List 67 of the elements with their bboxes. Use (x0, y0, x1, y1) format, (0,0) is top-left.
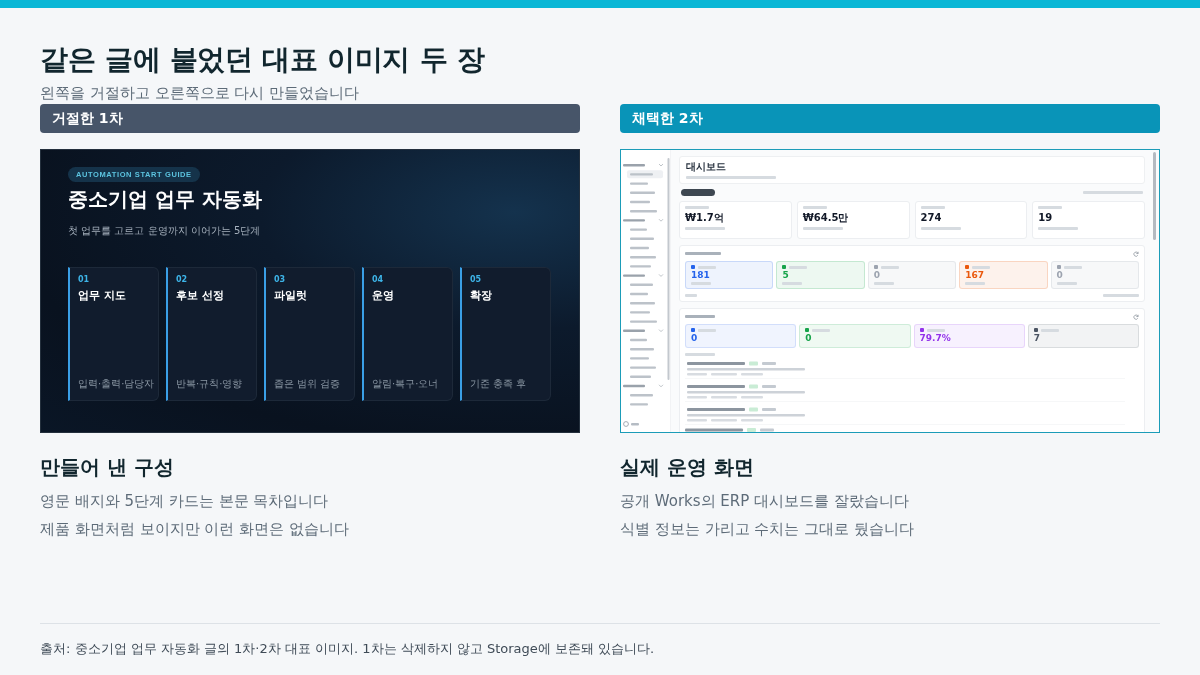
stat-value: 274 (920, 212, 942, 224)
blurred-text (1083, 191, 1143, 194)
blurred-text (1063, 265, 1082, 269)
version-label: 거절한 1차 (40, 104, 580, 133)
blurred-text (873, 282, 894, 285)
description-line: 제품 화면처럼 보이지만 이런 화면은 없습니다 (40, 519, 350, 540)
step-title: 확장 (470, 289, 492, 303)
stat-value: ₩64.5만 (802, 212, 849, 224)
step-note: 입력·출력·담당자 (78, 378, 155, 390)
panel-heading: 실제 운영 화면 (620, 454, 755, 481)
scrollbar-thumb[interactable] (1153, 152, 1156, 240)
blurred-text (802, 206, 827, 209)
step-note: 반복·규칙·영향 (176, 378, 243, 390)
blurred-text (920, 206, 945, 209)
page-subtitle: 왼쪽을 거절하고 오른쪽으로 다시 만들었습니다 (40, 84, 361, 102)
step-number: 01 (78, 275, 90, 285)
tile-value: 167 (965, 270, 984, 281)
blurred-text (972, 265, 991, 269)
tile-value: 181 (691, 270, 710, 281)
blurred-text (685, 315, 715, 318)
step-title: 운영 (372, 289, 394, 303)
blurred-text (685, 353, 715, 356)
blurred-text (920, 227, 961, 230)
tile-value: 0 (873, 270, 881, 281)
step-number: 02 (176, 275, 188, 285)
step-number: 05 (470, 275, 482, 285)
blurred-text (685, 252, 721, 255)
description-line: 영문 배지와 5단계 카드는 본문 목차입니다 (40, 491, 330, 512)
refresh-icon[interactable] (1133, 313, 1139, 320)
pill-button[interactable] (681, 189, 715, 196)
step-title: 파일럿 (274, 289, 307, 303)
panel-heading: 만들어 낸 구성 (40, 454, 175, 481)
blurred-text (1103, 294, 1139, 297)
blurred-text (1038, 206, 1063, 209)
step-note: 좁은 범위 검증 (274, 378, 341, 390)
version-label: 채택한 2차 (620, 104, 1160, 133)
step-title: 업무 지도 (78, 289, 126, 303)
tile-value: 5 (782, 270, 789, 281)
blurred-text (802, 227, 843, 230)
description-line: 공개 Works의 ERP 대시보드를 잘랐습니다 (620, 491, 910, 512)
blurred-text (1038, 227, 1079, 230)
dashboard-title: 대시보드 (686, 161, 727, 173)
step-title: 후보 선정 (176, 289, 224, 303)
blurred-text (880, 265, 899, 269)
blurred-text (965, 282, 986, 285)
page-title: 같은 글에 붙었던 대표 이미지 두 장 (40, 42, 486, 78)
step-note: 기준 충족 후 (470, 378, 527, 390)
stat-value: 19 (1038, 212, 1053, 224)
tile-value: 79.7% (919, 333, 951, 344)
tile-value: 0 (805, 333, 812, 344)
slide-title: 중소기업 업무 자동화 (68, 186, 262, 212)
refresh-icon[interactable] (1133, 250, 1139, 257)
source-note: 출처: 중소기업 업무 자동화 글의 1차·2차 대표 이미지. 1차는 삭제하지 않고 Storage에 보존돼 있습니다. (40, 640, 656, 658)
tile-value: 0 (1056, 270, 1063, 281)
step-number: 03 (274, 275, 286, 285)
tile-value: 7 (1033, 333, 1040, 344)
description-line: 식별 정보는 가리고 수치는 그대로 뒀습니다 (620, 519, 915, 540)
blurred-text (926, 328, 945, 332)
stat-value: ₩1.7억 (685, 212, 724, 224)
blurred-text (685, 206, 709, 209)
step-note: 알림·복구·오너 (372, 378, 439, 390)
blurred-text (685, 294, 697, 297)
step-number: 04 (372, 275, 384, 285)
slide-subtitle: 첫 업무를 고르고 운영까지 이어가는 5단계 (68, 225, 261, 237)
tile-value: 0 (691, 333, 698, 344)
blurred-text (685, 227, 725, 230)
blurred-text (1056, 282, 1077, 285)
